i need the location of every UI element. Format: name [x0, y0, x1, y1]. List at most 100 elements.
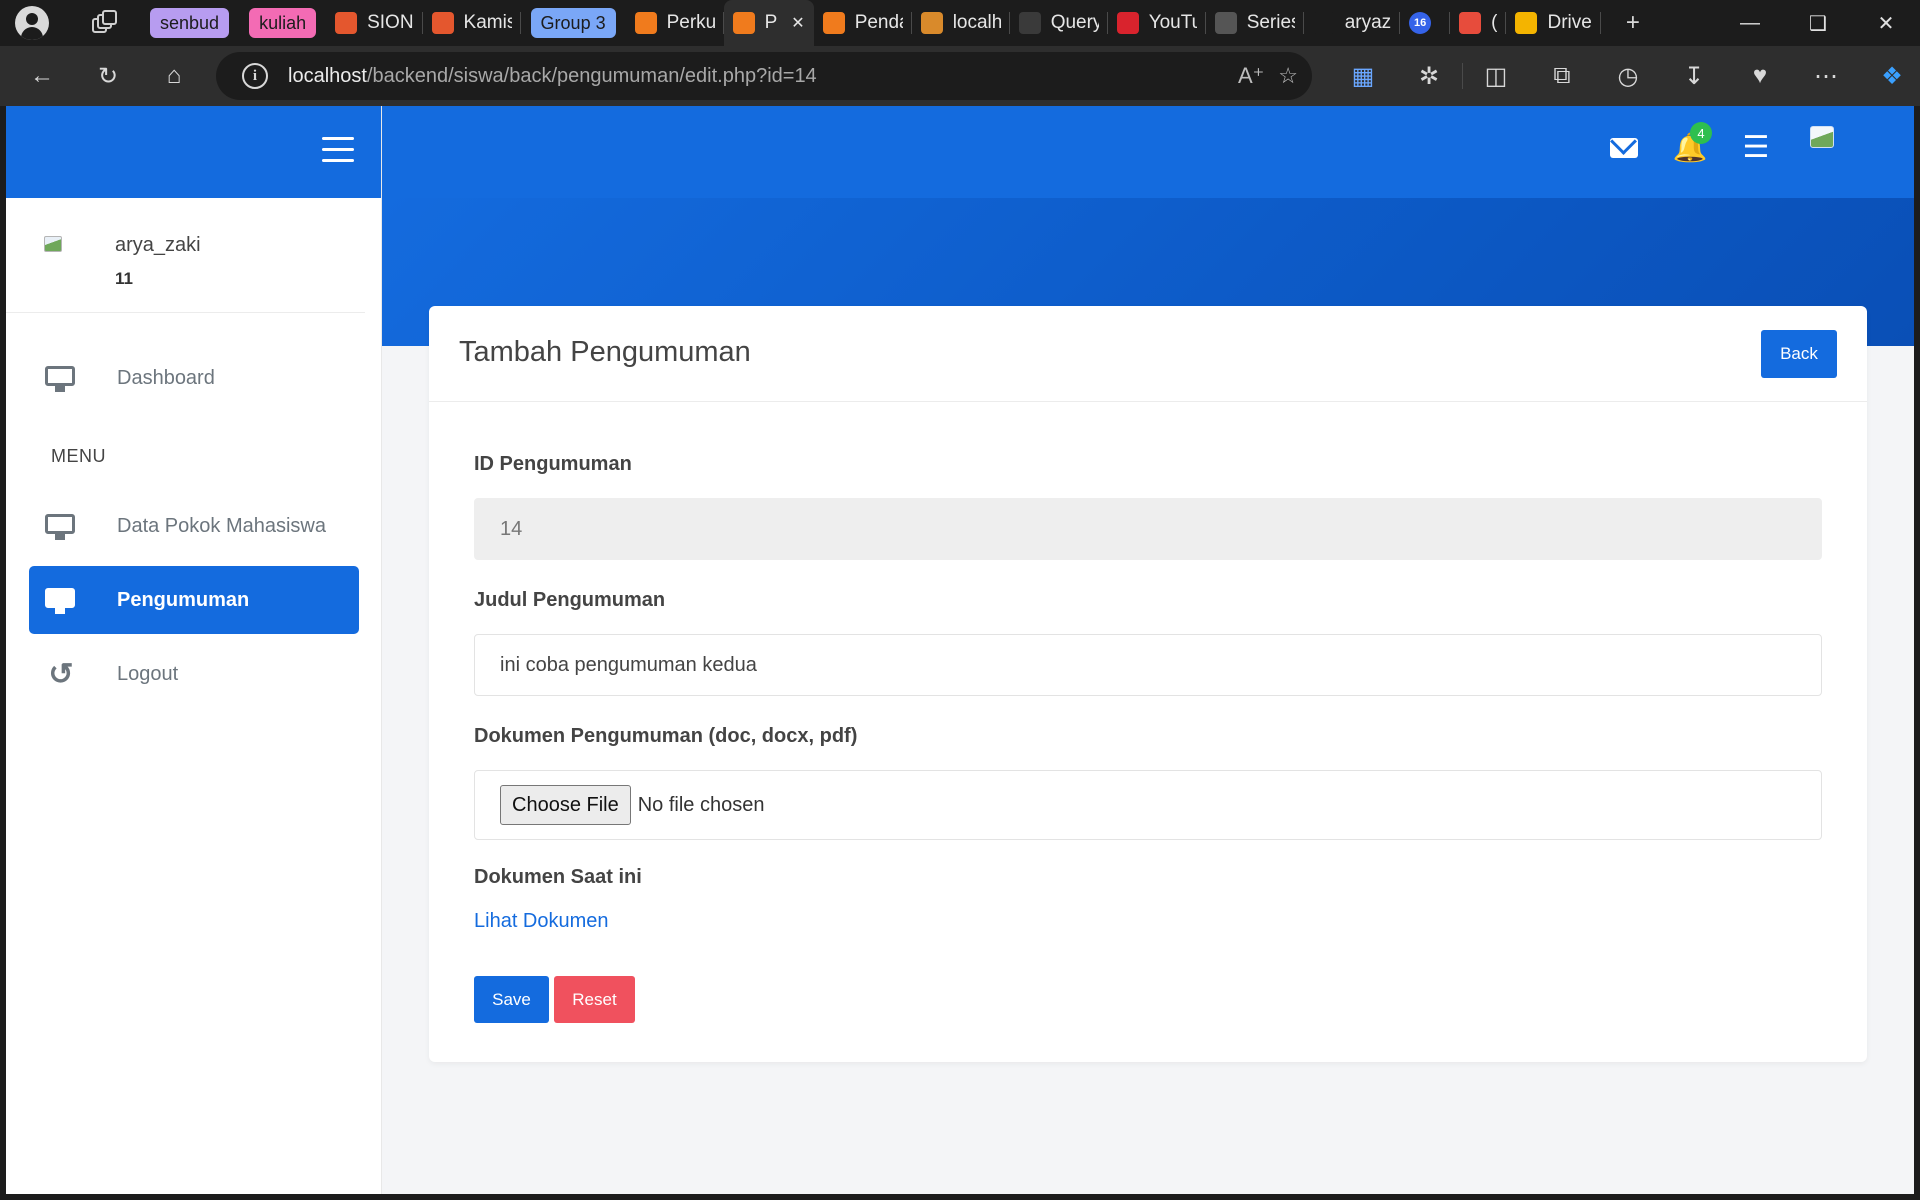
browser-extension-toolbar: ▦ ✲ ◫ ⧉ ◷ ↧ ♥ ⋯ ❖	[1330, 46, 1920, 106]
tab-title: Perku	[666, 12, 715, 33]
medium-icon	[1214, 12, 1237, 34]
file-status-text: No file chosen	[637, 793, 765, 816]
tab-title: aryaz	[1344, 12, 1392, 33]
id-label: ID Pengumuman	[474, 453, 632, 475]
sidebar: arya_zaki 11 Dashboard MENU Data Pokok M…	[6, 106, 382, 1194]
browser-tab[interactable]: Penda	[814, 0, 912, 46]
judul-input[interactable]: ini coba pengumuman kedua	[474, 634, 1822, 696]
tab-title: SION	[367, 12, 414, 33]
file-input[interactable]: Choose File No file chosen	[474, 770, 1822, 840]
more-menu-icon[interactable]: ⋯	[1793, 54, 1859, 98]
mail-icon[interactable]	[1606, 130, 1642, 166]
xampp-icon	[634, 12, 657, 34]
restore-icon[interactable]: ❑	[1784, 0, 1852, 46]
browser-essentials-icon[interactable]: ♥	[1727, 54, 1793, 98]
sidebar-item-label: Dashboard	[117, 366, 215, 389]
reset-button[interactable]: Reset	[554, 976, 635, 1023]
record-icon	[1459, 12, 1482, 34]
back-arrow-icon[interactable]: ←	[20, 54, 64, 98]
sidebar-item-label: Data Pokok Mahasiswa	[117, 514, 326, 537]
id-field[interactable]: 14	[474, 498, 1822, 560]
user-panel: arya_zaki 11	[6, 198, 365, 313]
close-tab-icon[interactable]: ✕	[791, 13, 804, 33]
tab-title: localh	[952, 12, 1001, 33]
split-screen-icon[interactable]: ◫	[1463, 54, 1529, 98]
browser-tab-bar: senbudkuliahSIONKamisGroup 3PerkuP✕Penda…	[0, 0, 1920, 46]
layers-icon[interactable]: ☰	[1738, 130, 1774, 166]
home-icon[interactable]: ⌂	[152, 54, 196, 98]
tab-title: P	[764, 12, 778, 33]
sidebar-item-logout[interactable]: ↺ Logout	[29, 640, 359, 708]
broken-image-icon	[1810, 126, 1834, 148]
sailboat-icon	[920, 12, 943, 34]
browser-tab[interactable]: SION	[326, 0, 423, 46]
openai-icon	[1018, 12, 1041, 34]
back-button[interactable]: Back	[1761, 330, 1837, 378]
collections-icon[interactable]: ⧉	[1529, 54, 1595, 98]
user-id: 11	[115, 269, 133, 288]
sidebar-item-dashboard[interactable]: Dashboard	[29, 344, 359, 412]
browser-tab[interactable]: YouTu	[1108, 0, 1206, 46]
browser-tab[interactable]: Series	[1206, 0, 1304, 46]
sidebar-item-label: Logout	[117, 662, 179, 685]
sidebar-brand	[6, 106, 381, 198]
header-avatar[interactable]	[1804, 126, 1840, 166]
tab-group-senbud[interactable]: senbud	[150, 8, 230, 38]
new-tab-icon[interactable]: +	[1611, 1, 1655, 45]
browser-tab[interactable]: Kamis	[423, 0, 521, 46]
extension-app-icon[interactable]: ▦	[1330, 54, 1396, 98]
youtube-icon	[1116, 12, 1139, 34]
browser-tab[interactable]: Perku	[626, 0, 724, 46]
save-button[interactable]: Save	[474, 976, 549, 1023]
drive-icon	[1515, 12, 1538, 34]
broken-image-icon	[44, 236, 62, 252]
card-header: Tambah Pengumuman Back	[429, 306, 1867, 402]
view-document-link[interactable]: Lihat Dokumen	[474, 910, 609, 933]
current-document-label: Dokumen Saat ini	[474, 866, 642, 888]
read-aloud-icon[interactable]: A⁺	[1238, 63, 1264, 89]
favorite-star-icon[interactable]: ☆	[1278, 63, 1298, 89]
tab-title: Series	[1246, 12, 1295, 33]
site-info-icon[interactable]: i	[242, 63, 268, 89]
notification-icon: 16	[1409, 12, 1432, 34]
web-page: arya_zaki 11 Dashboard MENU Data Pokok M…	[6, 106, 1914, 1194]
profile-avatar-icon[interactable]	[15, 6, 49, 40]
close-window-icon[interactable]: ✕	[1852, 0, 1920, 46]
browser-tab[interactable]: aryaz	[1304, 0, 1401, 46]
top-header: 🔔 4 ☰	[382, 106, 1914, 198]
page-title: Tambah Pengumuman	[459, 336, 751, 368]
browser-tab[interactable]: (	[1450, 0, 1507, 46]
hamburger-menu-icon[interactable]	[322, 137, 354, 163]
minimize-icon[interactable]: —	[1716, 0, 1784, 46]
monitor-icon	[45, 588, 77, 614]
extensions-puzzle-icon[interactable]: ✲	[1396, 54, 1462, 98]
browser-tab[interactable]: Drive	[1506, 0, 1601, 46]
bell-icon[interactable]: 🔔 4	[1672, 122, 1712, 166]
downloads-icon[interactable]: ↧	[1661, 54, 1727, 98]
dokumen-label: Dokumen Pengumuman (doc, docx, pdf)	[474, 725, 858, 747]
browser-tab-active[interactable]: P ✕	[723, 0, 814, 46]
tab-title: Kamis	[463, 12, 512, 33]
judul-label: Judul Pengumuman	[474, 589, 666, 611]
copilot-icon[interactable]: ❖	[1859, 54, 1920, 98]
sidebar-item-pengumuman[interactable]: Pengumuman	[29, 566, 359, 634]
url-host: localhost	[288, 64, 367, 87]
user-avatar	[44, 236, 70, 262]
tab-strip: senbudkuliahSIONKamisGroup 3PerkuP✕Penda…	[140, 0, 1601, 46]
refresh-icon[interactable]: ↻	[86, 54, 130, 98]
tab-group-kuliah[interactable]: kuliah	[249, 8, 317, 38]
sidebar-item-data-pokok-mahasiswa[interactable]: Data Pokok Mahasiswa	[29, 492, 359, 560]
choose-file-button[interactable]: Choose File	[500, 785, 631, 825]
menu-heading: MENU	[51, 446, 106, 466]
tab-separator	[519, 12, 521, 34]
workspaces-icon[interactable]	[92, 10, 118, 36]
browser-tab[interactable]: 16	[1400, 0, 1451, 46]
history-icon[interactable]: ◷	[1595, 54, 1661, 98]
xampp-icon	[822, 12, 845, 34]
browser-tab[interactable]: Query	[1010, 0, 1108, 46]
address-bar[interactable]: i localhost/backend/siswa/back/pengumuma…	[216, 52, 1312, 100]
url-text[interactable]: localhost/backend/siswa/back/pengumuman/…	[288, 65, 817, 88]
tab-group-group-3[interactable]: Group 3	[530, 8, 616, 38]
browser-tab[interactable]: localh	[912, 0, 1010, 46]
github-icon	[1312, 12, 1335, 34]
